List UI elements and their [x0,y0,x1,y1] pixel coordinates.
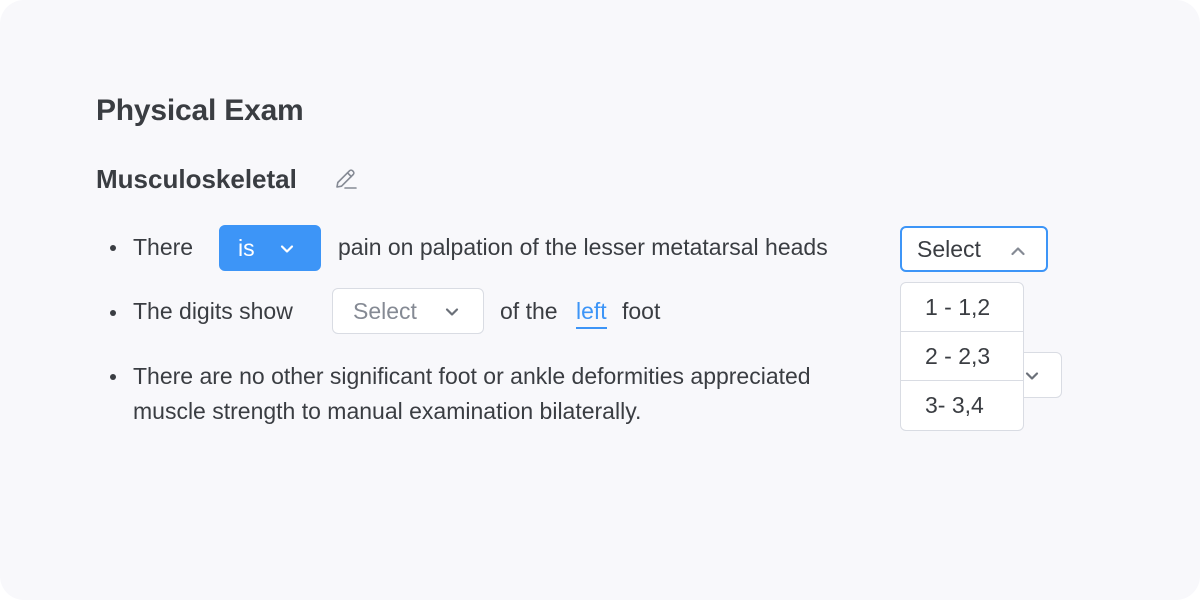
bullet-2-prefix: The digits show [133,298,293,324]
bullet-dot [110,310,116,316]
bullet-3-line2: muscle strength to manual examination bi… [133,398,642,424]
is-select-value: is [238,234,255,261]
digits-select-placeholder: Select [353,297,417,324]
bullet-1-text: pain on palpation of the lesser metatars… [338,234,828,260]
bullet-dot [110,374,116,380]
location-dropdown-menu: 1 - 1,2 2 - 2,3 3- 3,4 [900,282,1024,431]
dropdown-option[interactable]: 3- 3,4 [901,381,1023,430]
dropdown-option[interactable]: 2 - 2,3 [901,332,1023,381]
bullet-dot [110,245,116,251]
chevron-up-icon [1008,241,1028,261]
section-title: Musculoskeletal [96,164,297,194]
digits-select[interactable]: Select [332,288,484,334]
chevron-down-icon [443,303,461,321]
pencil-icon[interactable] [332,166,360,194]
location-select[interactable]: Select [900,226,1048,272]
dropdown-option[interactable]: 1 - 1,2 [901,283,1023,332]
bullet-2-middle: of the [500,298,558,324]
is-select[interactable]: is [219,225,321,271]
bullet-2-suffix: foot [622,298,661,324]
page-title: Physical Exam [96,94,304,127]
exam-card: Physical Exam Musculoskeletal There is p… [0,0,1200,600]
bullet-3-line1: There are no other significant foot or a… [133,363,811,389]
bullet-1-prefix: There [133,234,194,260]
chevron-down-icon [1023,367,1041,385]
side-link-left[interactable]: left [576,298,607,329]
location-select-value: Select [917,235,981,262]
chevron-down-icon [278,240,296,258]
